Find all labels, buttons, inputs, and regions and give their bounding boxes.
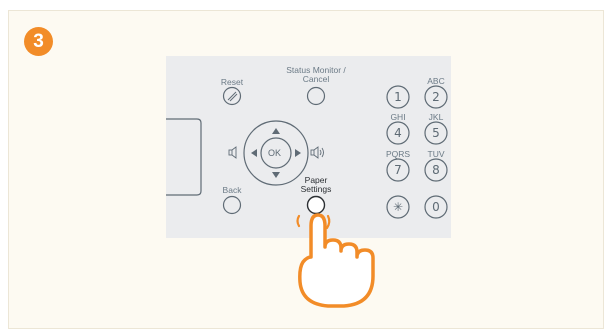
- back-label: Back: [222, 185, 242, 195]
- key-5-letters: JKL: [428, 112, 444, 122]
- key-0-button[interactable]: [425, 196, 447, 218]
- key-1-button[interactable]: [387, 86, 409, 108]
- key-2-button[interactable]: [425, 86, 447, 108]
- reset-label: Reset: [220, 77, 244, 87]
- back-button[interactable]: [223, 196, 241, 214]
- key-8-letters: TUV: [427, 149, 445, 159]
- panel-artwork: [166, 85, 448, 308]
- reset-button[interactable]: [223, 87, 241, 105]
- paper-settings-button[interactable]: [307, 196, 325, 214]
- right-arrow-icon: [295, 149, 301, 157]
- key-7-button[interactable]: [387, 159, 409, 181]
- speaker-high-icon: [310, 146, 324, 159]
- ok-button[interactable]: [261, 138, 291, 168]
- key-7-letters: PQRS: [385, 149, 411, 159]
- status-monitor-label-line2: Cancel: [302, 74, 330, 84]
- key-4-button[interactable]: [387, 122, 409, 144]
- key-star-button[interactable]: [387, 196, 409, 218]
- status-monitor-cancel-button[interactable]: [307, 87, 325, 105]
- display-recess: [166, 118, 202, 196]
- paper-settings-label-line2: Settings: [300, 184, 332, 194]
- key-4-letters: GHI: [390, 112, 406, 122]
- key-8-button[interactable]: [425, 159, 447, 181]
- left-arrow-icon: [251, 149, 257, 157]
- down-arrow-icon: [272, 172, 280, 178]
- pointing-hand-icon: [298, 213, 375, 308]
- speaker-low-icon: [228, 146, 237, 159]
- up-arrow-icon: [272, 128, 280, 134]
- key-2-letters: ABC: [427, 76, 445, 86]
- key-5-button[interactable]: [425, 122, 447, 144]
